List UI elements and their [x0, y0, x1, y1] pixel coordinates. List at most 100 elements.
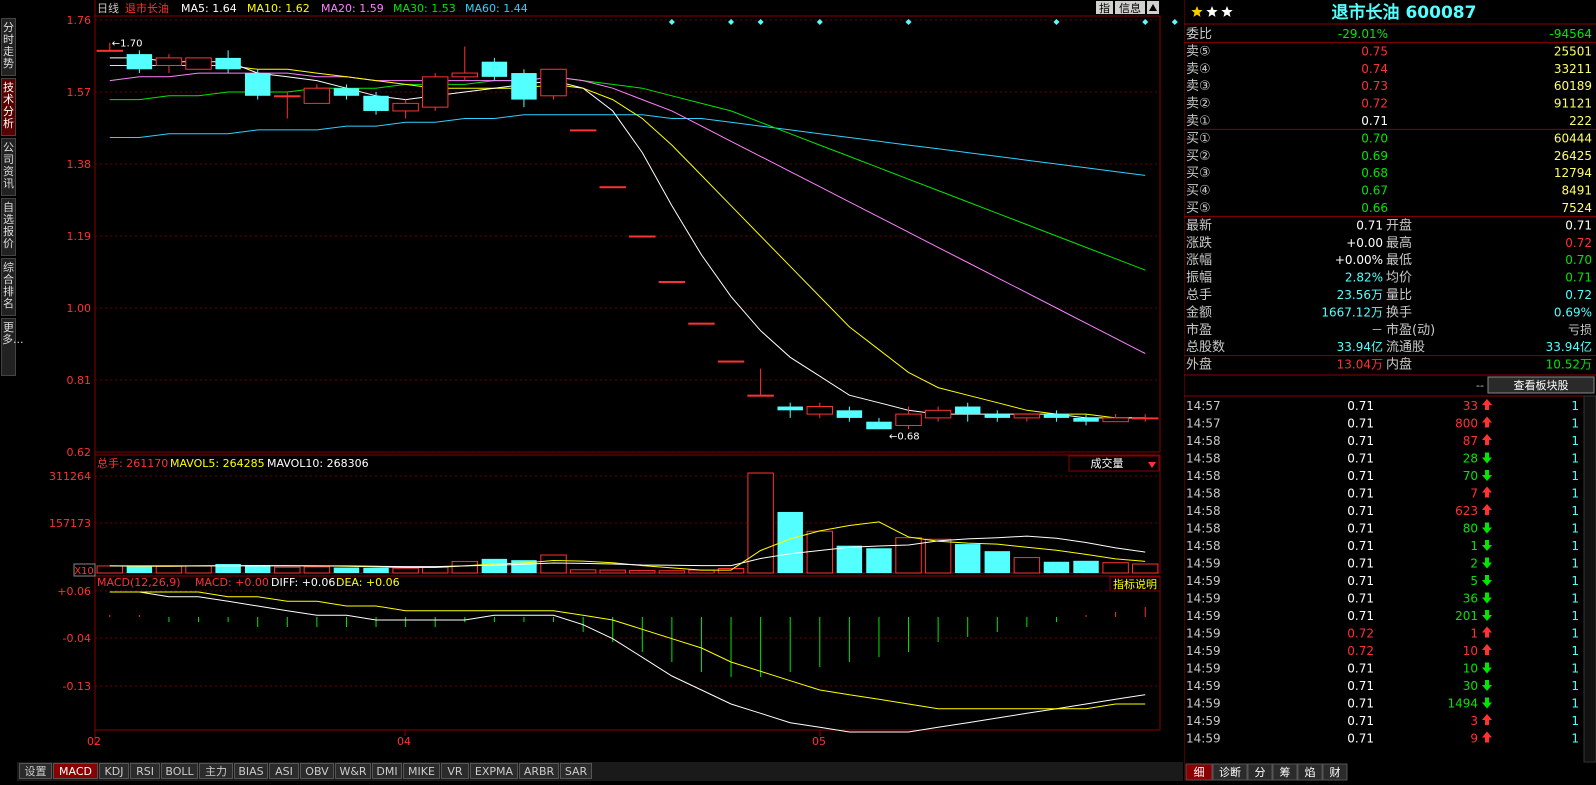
candle[interactable] [126, 50, 153, 74]
candle[interactable] [274, 92, 301, 119]
stat-label-right: 流通股 [1386, 340, 1425, 355]
indicator-tab-8[interactable]: OBV [300, 763, 334, 779]
candle[interactable] [155, 54, 183, 74]
candle[interactable] [895, 406, 922, 430]
candle[interactable] [866, 417, 892, 430]
candle[interactable] [806, 402, 834, 418]
bid-1-price: 0.69 [1361, 149, 1388, 163]
indicator-tab-7[interactable]: ASI [269, 763, 299, 779]
sidebar-tab-2[interactable]: 公司资讯 [1, 138, 16, 196]
candle[interactable] [924, 406, 952, 422]
stat-label-right: 最低 [1386, 253, 1412, 268]
candle[interactable] [392, 99, 419, 119]
event-marker-icon[interactable] [728, 19, 735, 25]
sidebar-tab-1[interactable]: 技术分析 [1, 78, 16, 136]
volume-bar [984, 551, 1011, 573]
candle[interactable] [363, 92, 389, 115]
candle[interactable] [1131, 414, 1159, 422]
sidebar-tab-0[interactable]: 分时走势 [1, 18, 16, 76]
event-marker-icon[interactable] [757, 19, 764, 25]
candle[interactable] [333, 84, 360, 100]
ask-3-label: 卖② [1186, 97, 1211, 112]
indicator-tab-14[interactable]: ARBR [519, 763, 559, 779]
indicator-tab-15[interactable]: SAR [560, 763, 592, 779]
tick-time: 14:59 [1186, 662, 1221, 676]
chart-area[interactable]: 1.76 1.57 1.38 1.19 1.00 0.81 0.62 日线 退市长油 MA5: 1… [17, 0, 1183, 762]
event-marker-icon[interactable] [1171, 19, 1178, 25]
candle[interactable] [244, 69, 271, 100]
header-ma20: MA20: 1.59 [321, 2, 384, 15]
tick-price: 0.71 [1347, 417, 1374, 431]
event-marker-icon[interactable] [668, 19, 675, 25]
candle[interactable] [569, 129, 597, 132]
tick-count: 1 [1571, 452, 1579, 466]
tick-scrollbar[interactable] [1583, 395, 1596, 763]
tick-row: 14:57 0.71 800 1 [1186, 416, 1579, 431]
sidebar-tab-4[interactable]: 综合排名 [1, 258, 16, 316]
candle[interactable] [658, 280, 686, 283]
stat-label-left: 总股数 [1186, 340, 1225, 355]
candle[interactable] [954, 402, 981, 422]
candle[interactable] [481, 57, 508, 81]
weibi-pct: -29.01% [1338, 27, 1388, 41]
candle[interactable] [451, 46, 479, 81]
header-ma30: MA30: 1.53 [393, 2, 456, 15]
tick-volume: 80 [1463, 522, 1478, 536]
indicator-tab-2[interactable]: KDJ [99, 763, 129, 779]
candle[interactable] [777, 402, 803, 418]
bid-0-price: 0.70 [1361, 131, 1388, 145]
tick-volume: 623 [1455, 504, 1478, 518]
bid-2-label: 买③ [1186, 166, 1211, 181]
tick-row: 14:58 0.71 28 1 [1186, 452, 1579, 466]
line-ma5 [109, 57, 1146, 419]
volume-bar [924, 538, 952, 574]
tick-row: 14:58 0.71 623 1 [1186, 504, 1579, 518]
price-tick-label: 0.81 [67, 374, 92, 387]
candle[interactable] [215, 50, 241, 74]
candle[interactable] [984, 410, 1011, 422]
candle[interactable] [421, 73, 449, 111]
x-tick-label: 04 [397, 735, 411, 748]
tick-volume: 201 [1455, 609, 1478, 623]
indicator-tab-3[interactable]: RSI [130, 763, 160, 779]
sidebar-tab-5[interactable]: 更多... [1, 318, 24, 376]
candle[interactable] [1013, 413, 1041, 422]
event-marker-icon[interactable] [1053, 19, 1060, 25]
arrow-down-icon [1482, 470, 1492, 481]
candle[interactable] [303, 84, 331, 104]
candle[interactable] [599, 186, 626, 189]
volume-bar [599, 569, 626, 574]
sidebar-tab-3[interactable]: 自选报价 [1, 198, 16, 256]
event-marker-icon[interactable] [1142, 19, 1149, 25]
candle[interactable] [511, 69, 537, 108]
ask-1-volume: 33211 [1554, 62, 1592, 76]
indicator-tab-4[interactable]: BOLL [161, 763, 198, 779]
ask-3-volume: 91121 [1554, 97, 1592, 111]
volume-bar [155, 565, 183, 574]
tick-count: 1 [1571, 487, 1579, 501]
indicator-tab-0[interactable]: 设置 [19, 763, 52, 779]
candle[interactable] [1073, 414, 1099, 426]
volume-bar [1013, 557, 1041, 574]
candle[interactable] [540, 68, 567, 100]
tick-volume: 70 [1463, 469, 1478, 483]
indicator-tab-6[interactable]: BIAS [234, 763, 268, 779]
indicator-tab-13[interactable]: EXPMA [470, 763, 518, 779]
candle[interactable] [185, 57, 212, 70]
candle[interactable] [688, 322, 715, 325]
indicator-tab-5[interactable]: 主力 [199, 763, 233, 779]
indicator-tab-1[interactable]: MACD [53, 763, 98, 779]
tick-volume: 9 [1470, 732, 1478, 746]
dashes: -- [1476, 379, 1484, 392]
indicator-tab-10[interactable]: DMI [372, 763, 402, 779]
indicator-tab-9[interactable]: W&R [335, 763, 371, 779]
candle[interactable] [836, 406, 863, 422]
candle[interactable] [1043, 410, 1070, 422]
chart-svg[interactable]: 1.76 1.57 1.38 1.19 1.00 0.81 0.62 日线 退市长油 MA5: 1… [17, 0, 1183, 762]
candle[interactable] [747, 368, 774, 397]
candle[interactable] [1102, 414, 1129, 423]
indicator-tab-11[interactable]: MIKE [403, 763, 440, 779]
indicator-tab-12[interactable]: VR [441, 763, 469, 779]
candle[interactable] [717, 360, 745, 363]
candle[interactable] [629, 235, 656, 238]
